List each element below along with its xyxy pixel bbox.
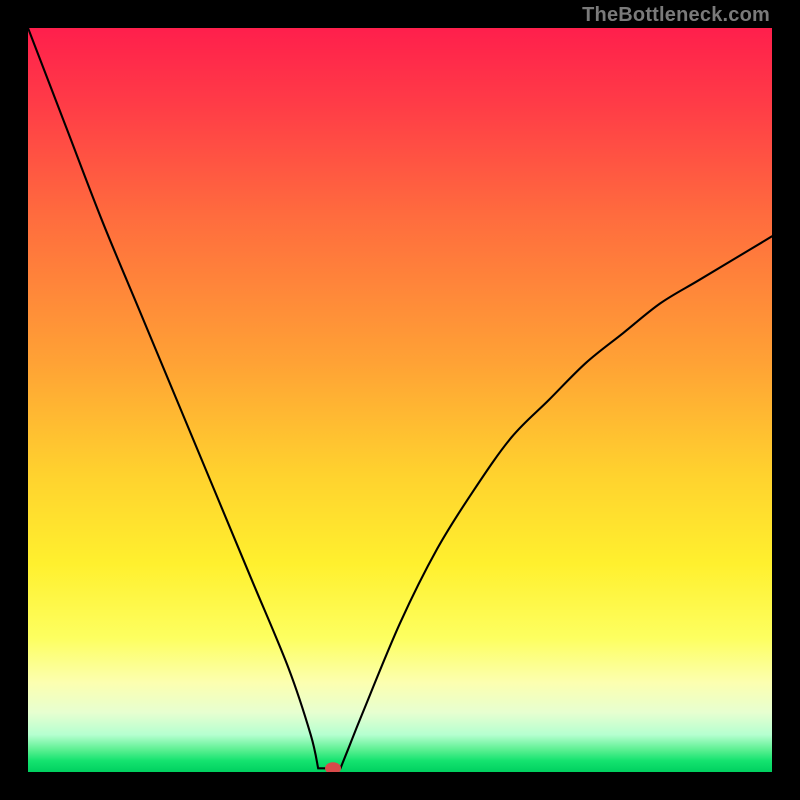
bottleneck-curve bbox=[28, 28, 772, 768]
optimal-point-marker bbox=[325, 762, 341, 772]
chart-svg bbox=[28, 28, 772, 772]
plot-area bbox=[28, 28, 772, 772]
chart-frame: TheBottleneck.com bbox=[0, 0, 800, 800]
watermark-label: TheBottleneck.com bbox=[582, 4, 770, 27]
